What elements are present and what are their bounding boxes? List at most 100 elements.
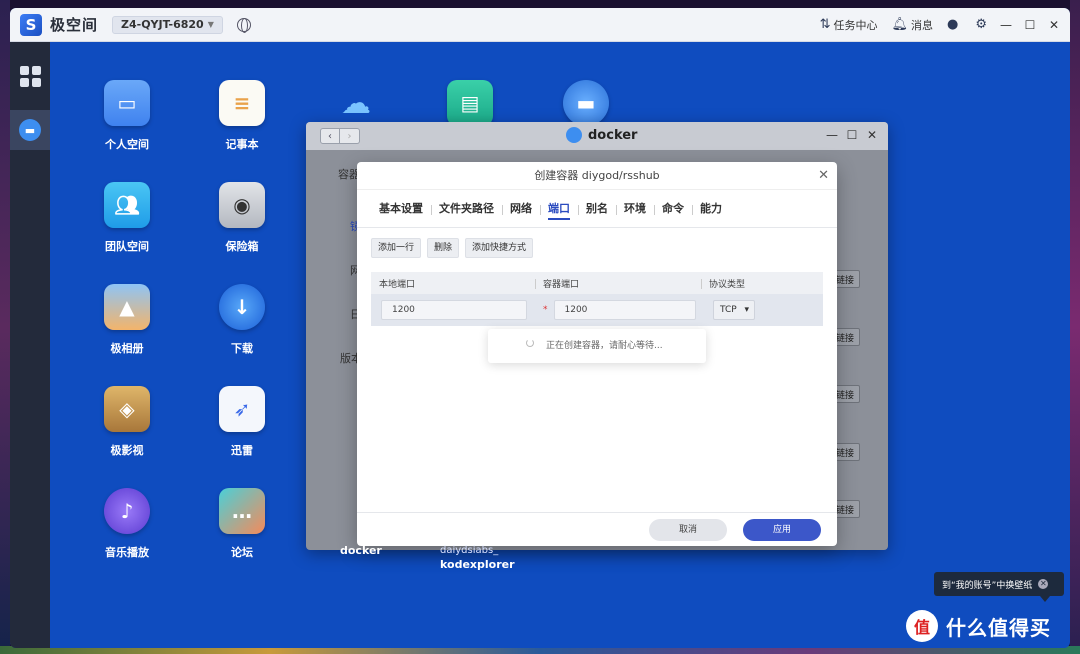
- app-video[interactable]: ◈ 极影视: [87, 386, 167, 458]
- tab-folder-path[interactable]: 文件夹路径: [431, 190, 502, 228]
- tab-alias[interactable]: 别名: [578, 190, 616, 228]
- document-icon: ▤: [447, 80, 493, 126]
- tab-port[interactable]: 端口: [540, 190, 578, 228]
- close-button[interactable]: ✕: [862, 128, 882, 142]
- team-folder-icon: 👥︎: [104, 182, 150, 228]
- header-local-port: 本地端口: [379, 279, 416, 290]
- tip-pointer: [1040, 596, 1050, 602]
- cancel-button[interactable]: 取消: [649, 519, 727, 541]
- app-safe[interactable]: ◉ 保险箱: [202, 182, 282, 254]
- user-icon: ●: [947, 17, 959, 32]
- gear-icon: ⚙: [975, 17, 987, 32]
- docker-icon: [566, 127, 582, 143]
- back-button[interactable]: ‹: [320, 128, 340, 144]
- docker-icon: ▬: [19, 119, 41, 141]
- safe-icon: ◉: [219, 182, 265, 228]
- minimize-button[interactable]: —: [822, 128, 842, 142]
- dialog-footer: 取消 应用: [357, 512, 837, 546]
- user-button[interactable]: ●: [947, 17, 961, 32]
- app-docker-desktop[interactable]: ▬: [546, 80, 626, 126]
- forward-button[interactable]: ›: [340, 128, 360, 144]
- dock-apps-button[interactable]: [10, 56, 50, 96]
- close-icon[interactable]: ✕: [1038, 579, 1049, 589]
- app-personal-space[interactable]: ▭ 个人空间: [87, 80, 167, 152]
- video-icon: ◈: [104, 386, 150, 432]
- app-photos[interactable]: ▲ 极相册: [87, 284, 167, 356]
- tab-command[interactable]: 命令: [654, 190, 692, 228]
- tab-bar: 基本设置 文件夹路径 网络 端口 别名 环境 命令 能力: [357, 190, 837, 228]
- app-label: 音乐播放: [105, 546, 149, 559]
- task-center-label: 任务中心: [833, 18, 878, 32]
- smzdm-logo-icon: 值: [906, 610, 938, 642]
- app-music[interactable]: ♪ 音乐播放: [87, 488, 167, 560]
- app-notepad[interactable]: ≡ 记事本: [202, 80, 282, 152]
- watermark: 值 什么值得买: [906, 610, 1051, 642]
- app-label: 论坛: [231, 546, 253, 559]
- add-shortcut-button[interactable]: 添加快捷方式: [465, 238, 534, 258]
- add-row-button[interactable]: 添加一行: [371, 238, 422, 258]
- app-label: 极影视: [110, 444, 144, 457]
- apply-button[interactable]: 应用: [743, 519, 821, 541]
- app-label-kodexplorer[interactable]: kodexplorer: [440, 558, 515, 571]
- docker-icon: ▬: [563, 80, 609, 126]
- top-bar: S 极空间 Z4-QYJT-6820 ▼ ⇅ 任务中心 🔔︎ 消息 ● ⚙ —: [10, 8, 1070, 42]
- app-forum[interactable]: … 论坛: [202, 488, 282, 560]
- download-icon: ↓: [219, 284, 265, 330]
- globe-icon[interactable]: [236, 17, 251, 33]
- tip-text: 到“我的账号”中换壁纸: [942, 580, 1033, 591]
- forum-icon: …: [219, 488, 265, 534]
- tab-network[interactable]: 网络: [502, 190, 540, 228]
- cloud-download-icon: ☁: [341, 85, 371, 121]
- close-icon[interactable]: ✕: [818, 162, 829, 190]
- minimize-button[interactable]: —: [998, 18, 1014, 32]
- create-container-dialog: 创建容器 diygod/rsshub ✕ 基本设置 文件夹路径 网络 端口 别名…: [357, 162, 837, 546]
- folder-icon: ▭: [104, 80, 150, 126]
- app-label: 个人空间: [105, 138, 149, 151]
- settings-button[interactable]: ⚙: [975, 17, 990, 32]
- app-label: 记事本: [225, 138, 259, 151]
- app-team-space[interactable]: 👥︎ 团队空间: [87, 182, 167, 254]
- docker-app-label: docker: [340, 544, 382, 557]
- window-title: docker: [588, 127, 638, 143]
- container-port-input[interactable]: 1200: [553, 300, 696, 320]
- notepad-icon: ≡: [219, 80, 265, 126]
- docker-titlebar: ‹ › docker — ☐ ✕: [306, 122, 888, 150]
- app-label: 下载: [231, 342, 253, 355]
- app-cloud-download[interactable]: ☁: [316, 80, 396, 126]
- messages-label: 消息: [911, 18, 933, 32]
- close-button[interactable]: ✕: [1046, 18, 1062, 32]
- device-name: Z4-QYJT-6820: [121, 18, 204, 31]
- tab-env[interactable]: 环境: [616, 190, 654, 228]
- app-thunder[interactable]: ➶ 迅雷: [202, 386, 282, 458]
- wallpaper-left: [0, 0, 10, 654]
- port-table: 本地端口 容器端口 协议类型 1200 * 1200 TCP: [371, 272, 823, 326]
- local-port-input[interactable]: 1200: [381, 300, 527, 320]
- wallpaper-tip[interactable]: 到“我的账号”中换壁纸 ✕: [934, 572, 1064, 596]
- sort-arrows-icon: ⇅: [819, 17, 831, 32]
- maximize-button[interactable]: ☐: [1022, 18, 1038, 32]
- app-sheet[interactable]: ▤: [430, 80, 510, 126]
- header-container-port: 容器端口: [535, 277, 701, 290]
- device-selector[interactable]: Z4-QYJT-6820 ▼: [112, 15, 223, 34]
- maximize-button[interactable]: ☐: [842, 128, 862, 142]
- app-label-partial: daiydsiabs_: [440, 545, 499, 556]
- table-header: 本地端口 容器端口 协议类型: [371, 272, 823, 294]
- system-window: S 极空间 Z4-QYJT-6820 ▼ ⇅ 任务中心 🔔︎ 消息 ● ⚙ —: [10, 8, 1070, 648]
- app-download[interactable]: ↓ 下载: [202, 284, 282, 356]
- chevron-down-icon: ▼: [207, 20, 214, 29]
- thunder-icon: ➶: [219, 386, 265, 432]
- tab-capability[interactable]: 能力: [692, 190, 730, 228]
- port-toolbar: 添加一行 删除 添加快捷方式: [357, 228, 837, 268]
- messages-button[interactable]: 🔔︎ 消息: [891, 17, 933, 33]
- table-row: 1200 * 1200 TCP: [371, 294, 823, 326]
- brand-name: 极空间: [50, 16, 99, 34]
- delete-button[interactable]: 删除: [427, 238, 460, 258]
- dock-docker-button[interactable]: ▬: [10, 110, 50, 150]
- tab-basic[interactable]: 基本设置: [371, 190, 431, 228]
- task-center-button[interactable]: ⇅ 任务中心: [820, 17, 878, 33]
- music-icon: ♪: [104, 488, 150, 534]
- protocol-select[interactable]: TCP: [713, 300, 755, 320]
- header-protocol: 协议类型: [701, 277, 821, 290]
- loading-toast: 正在创建容器，请耐心等待...: [488, 329, 706, 363]
- logo[interactable]: S 极空间: [20, 13, 99, 36]
